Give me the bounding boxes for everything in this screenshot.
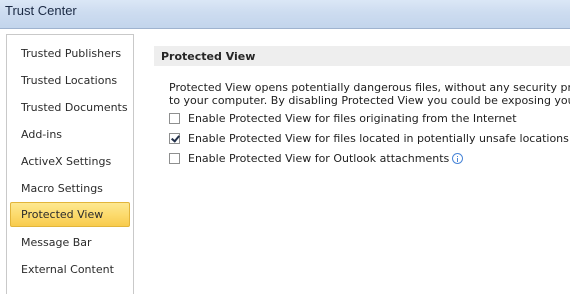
description-line-2: to your computer. By disabling Protected… [169,94,570,107]
title-bar: Trust Center [0,0,570,28]
internet-files-checkbox[interactable] [169,112,180,124]
outlook-attachments-checkbox[interactable] [169,152,180,164]
window-title: Trust Center [5,3,77,18]
sidebar-item-protected-view[interactable]: Protected View [10,202,130,227]
settings-panel: Protected View Protected View opens pote… [154,34,570,288]
outlook-attachments-label[interactable]: Enable Protected View for Outlook attach… [188,152,449,165]
sidebar-nav: Trusted Publishers Trusted Locations Tru… [6,34,134,294]
sidebar-item-macro-settings[interactable]: Macro Settings [10,176,130,201]
internet-files-label[interactable]: Enable Protected View for files originat… [188,112,517,125]
section-header: Protected View [154,46,570,66]
unsafe-locations-checkbox[interactable] [169,132,180,144]
window-body: Trusted Publishers Trusted Locations Tru… [0,28,570,294]
sidebar-item-external-content[interactable]: External Content [10,257,130,282]
sidebar-item-add-ins[interactable]: Add-ins [10,122,130,147]
sidebar-item-activex-settings[interactable]: ActiveX Settings [10,149,130,174]
option-unsafe-locations[interactable]: Enable Protected View for files located … [169,130,570,146]
option-outlook-attachments[interactable]: Enable Protected View for Outlook attach… [169,150,464,166]
option-internet-files[interactable]: Enable Protected View for files originat… [169,110,517,126]
unsafe-locations-label[interactable]: Enable Protected View for files located … [188,132,569,145]
description-line-1: Protected View opens potentially dangero… [169,81,570,94]
sidebar-item-trusted-locations[interactable]: Trusted Locations [10,68,130,93]
sidebar-item-trusted-publishers[interactable]: Trusted Publishers [10,41,130,66]
sidebar-item-message-bar[interactable]: Message Bar [10,230,130,255]
sidebar-item-trusted-documents[interactable]: Trusted Documents [10,95,130,120]
info-icon[interactable] [452,152,464,164]
description-text: Protected View opens potentially dangero… [169,81,570,107]
